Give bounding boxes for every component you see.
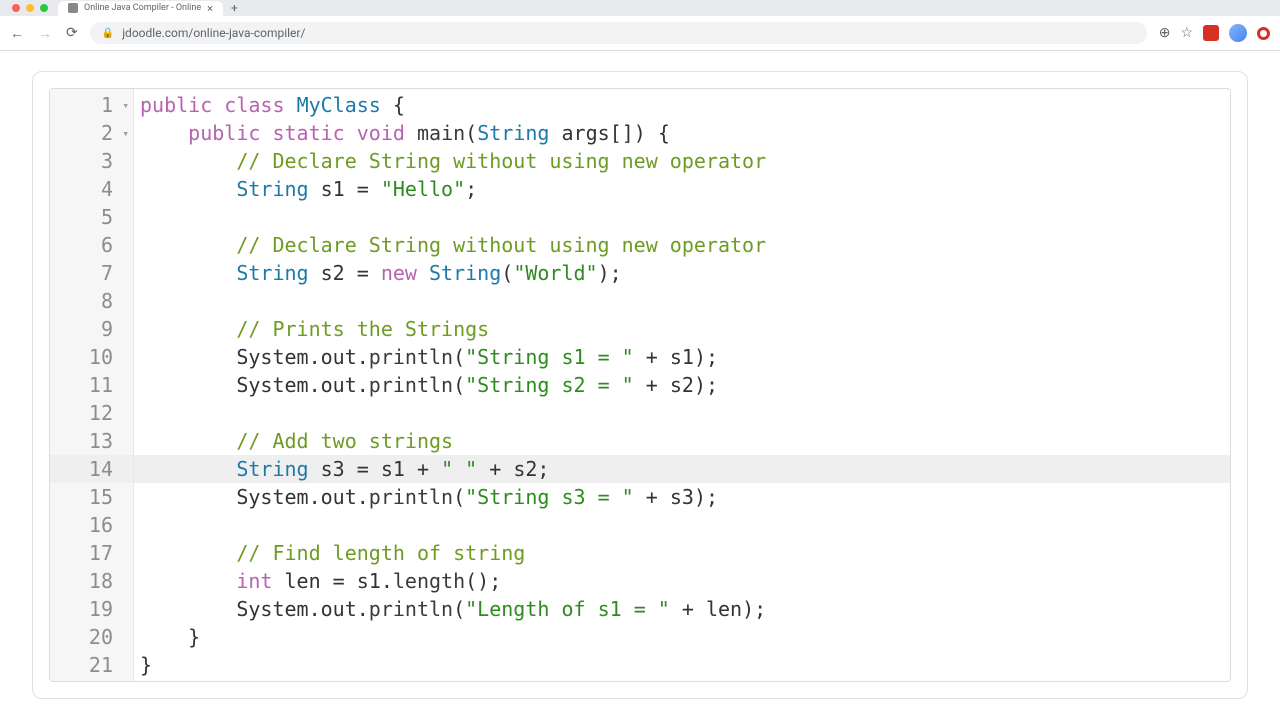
line-number: 21 xyxy=(50,651,133,679)
back-button[interactable]: ← xyxy=(10,25,24,42)
line-number: 5 xyxy=(50,203,133,231)
line-number: 18 xyxy=(50,567,133,595)
address-bar[interactable]: 🔒 jdoodle.com/online-java-compiler/ xyxy=(90,22,1147,44)
tab-strip: Online Java Compiler - Online × + xyxy=(0,0,1280,16)
code-line[interactable] xyxy=(134,203,1230,231)
code-line[interactable]: public class MyClass { xyxy=(134,91,1230,119)
line-number: 12 xyxy=(50,399,133,427)
browser-tab[interactable]: Online Java Compiler - Online × xyxy=(58,1,223,16)
code-line[interactable] xyxy=(134,511,1230,539)
code-line[interactable]: // Find length of string xyxy=(134,539,1230,567)
code-area[interactable]: public class MyClass { public static voi… xyxy=(134,89,1230,681)
line-number: 14 xyxy=(50,455,133,483)
line-number: 6 xyxy=(50,231,133,259)
code-line[interactable]: // Add two strings xyxy=(134,427,1230,455)
window-maximize-icon[interactable] xyxy=(40,4,48,12)
zoom-icon[interactable]: ⊕ xyxy=(1159,25,1171,41)
close-tab-icon[interactable]: × xyxy=(207,2,213,15)
line-number: 16 xyxy=(50,511,133,539)
extension-origin-icon[interactable] xyxy=(1257,27,1270,40)
window-close-icon[interactable] xyxy=(12,4,20,12)
bookmark-icon[interactable]: ☆ xyxy=(1180,25,1193,41)
code-line[interactable]: } xyxy=(134,623,1230,651)
code-line[interactable]: System.out.println("String s1 = " + s1); xyxy=(134,343,1230,371)
line-gutter: 123456789101112131415161718192021 xyxy=(50,89,134,681)
code-line[interactable]: String s3 = s1 + " " + s2; xyxy=(134,455,1230,483)
reload-button[interactable]: ⟳ xyxy=(66,25,78,41)
code-line[interactable]: int len = s1.length(); xyxy=(134,567,1230,595)
extension-icon[interactable] xyxy=(1203,25,1219,41)
code-line[interactable]: System.out.println("Length of s1 = " + l… xyxy=(134,595,1230,623)
favicon-icon xyxy=(68,3,78,13)
browser-chrome: Online Java Compiler - Online × + ← → ⟳ … xyxy=(0,0,1280,51)
line-number: 7 xyxy=(50,259,133,287)
code-line[interactable]: System.out.println("String s2 = " + s2); xyxy=(134,371,1230,399)
code-line[interactable] xyxy=(134,287,1230,315)
line-number: 4 xyxy=(50,175,133,203)
line-number: 17 xyxy=(50,539,133,567)
code-line[interactable]: // Prints the Strings xyxy=(134,315,1230,343)
editor-panel: 123456789101112131415161718192021 public… xyxy=(32,71,1248,699)
code-line[interactable]: public static void main(String args[]) { xyxy=(134,119,1230,147)
line-number: 1 xyxy=(50,91,133,119)
line-number: 11 xyxy=(50,371,133,399)
line-number: 3 xyxy=(50,147,133,175)
page-content: 123456789101112131415161718192021 public… xyxy=(0,51,1280,719)
tab-title: Online Java Compiler - Online xyxy=(84,3,201,13)
code-line[interactable] xyxy=(134,399,1230,427)
line-number: 15 xyxy=(50,483,133,511)
code-line[interactable]: // Declare String without using new oper… xyxy=(134,231,1230,259)
line-number: 9 xyxy=(50,315,133,343)
browser-toolbar: ← → ⟳ 🔒 jdoodle.com/online-java-compiler… xyxy=(0,16,1280,50)
code-line[interactable]: // Declare String without using new oper… xyxy=(134,147,1230,175)
profile-avatar[interactable] xyxy=(1229,24,1247,42)
traffic-lights xyxy=(8,4,48,12)
code-editor[interactable]: 123456789101112131415161718192021 public… xyxy=(49,88,1231,682)
line-number: 20 xyxy=(50,623,133,651)
new-tab-button[interactable]: + xyxy=(231,1,238,15)
line-number: 8 xyxy=(50,287,133,315)
line-number: 2 xyxy=(50,119,133,147)
forward-button[interactable]: → xyxy=(38,25,52,42)
code-line[interactable]: System.out.println("String s3 = " + s3); xyxy=(134,483,1230,511)
lock-icon: 🔒 xyxy=(102,28,114,39)
code-line[interactable]: } xyxy=(134,651,1230,679)
line-number: 13 xyxy=(50,427,133,455)
line-number: 19 xyxy=(50,595,133,623)
code-line[interactable]: String s1 = "Hello"; xyxy=(134,175,1230,203)
code-line[interactable]: String s2 = new String("World"); xyxy=(134,259,1230,287)
url-text: jdoodle.com/online-java-compiler/ xyxy=(122,26,305,40)
line-number: 10 xyxy=(50,343,133,371)
window-minimize-icon[interactable] xyxy=(26,4,34,12)
